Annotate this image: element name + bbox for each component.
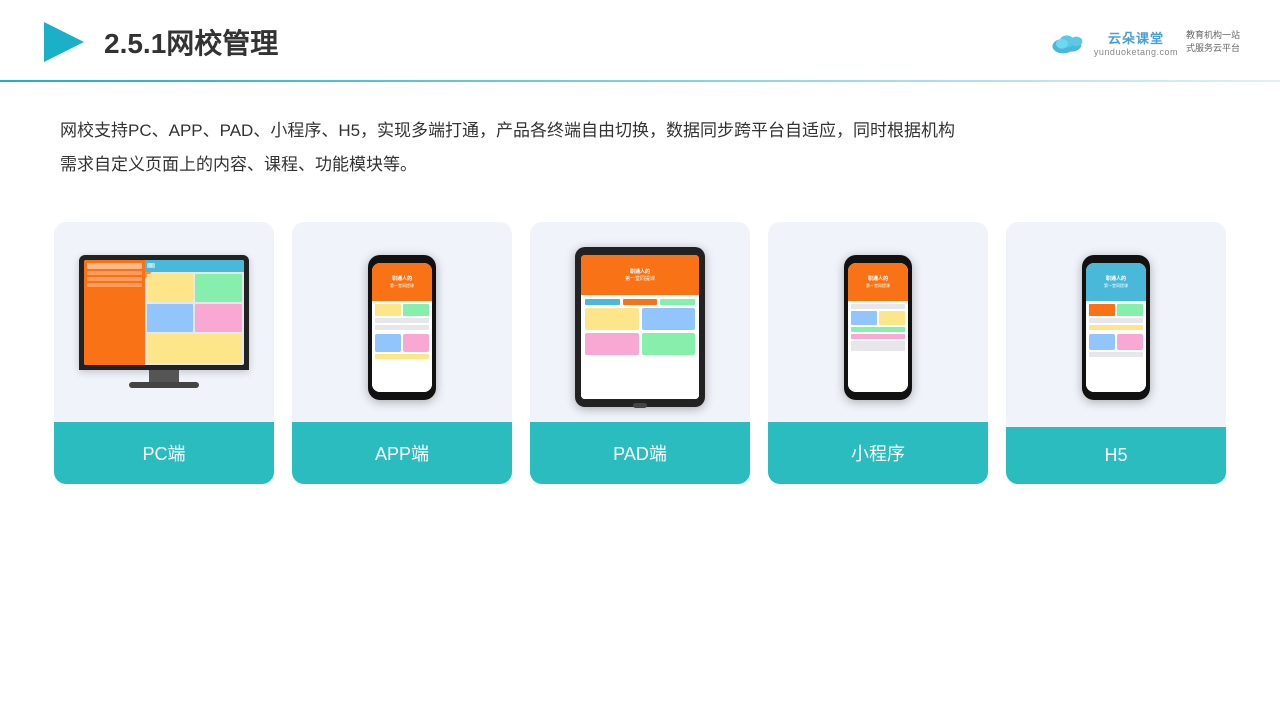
card-miniprogram-label: 小程序 (768, 422, 988, 484)
card-h5: 职通人的 第一堂同提课 (1006, 222, 1226, 484)
logo-area: 云朵课堂 yunduoketang.com 教育机构一站式服务云平台 (1050, 28, 1240, 57)
description-text: 网校支持PC、APP、PAD、小程序、H5，实现多端打通，产品各终端自由切换，数… (0, 82, 1280, 202)
card-pad-image: 职通人的 第一堂同提课 (530, 222, 750, 422)
card-pc: 云 PC端 (54, 222, 274, 484)
phone-mockup-app: 职通人的 第一堂同提课 (368, 255, 436, 400)
card-miniprogram: 职通人的 第一堂同提课 (768, 222, 988, 484)
phone-mockup-mini: 职通人的 第一堂同提课 (844, 255, 912, 400)
phone-mockup-h5: 职通人的 第一堂同提课 (1082, 255, 1150, 400)
logo-text-block: 云朵课堂 yunduoketang.com (1094, 28, 1178, 57)
page-header: 2.5.1网校管理 云朵课堂 yunduoketang.com 教育机构一站式服… (0, 0, 1280, 66)
card-h5-image: 职通人的 第一堂同提课 (1006, 222, 1226, 422)
pc-mockup: 云 (79, 255, 249, 400)
logo-tagline: 教育机构一站式服务云平台 (1186, 29, 1240, 54)
card-miniprogram-image: 职通人的 第一堂同提课 (768, 222, 988, 422)
card-app-image: 职通人的 第一堂同提课 (292, 222, 512, 422)
cards-container: 云 PC端 (0, 202, 1280, 484)
cloud-icon (1050, 28, 1086, 56)
tablet-mockup: 职通人的 第一堂同提课 (575, 247, 705, 407)
card-pc-label: PC端 (54, 422, 274, 484)
play-icon (40, 18, 88, 66)
card-pad: 职通人的 第一堂同提课 (530, 222, 750, 484)
header-left: 2.5.1网校管理 (40, 18, 278, 66)
card-pc-image: 云 (54, 222, 274, 422)
page-title: 2.5.1网校管理 (104, 22, 278, 62)
logo-name: 云朵课堂 (1108, 28, 1164, 47)
card-pad-label: PAD端 (530, 422, 750, 484)
card-app-label: APP端 (292, 422, 512, 484)
card-h5-label: H5 (1006, 427, 1226, 484)
logo-url: yunduoketang.com (1094, 47, 1178, 57)
card-app: 职通人的 第一堂同提课 (292, 222, 512, 484)
